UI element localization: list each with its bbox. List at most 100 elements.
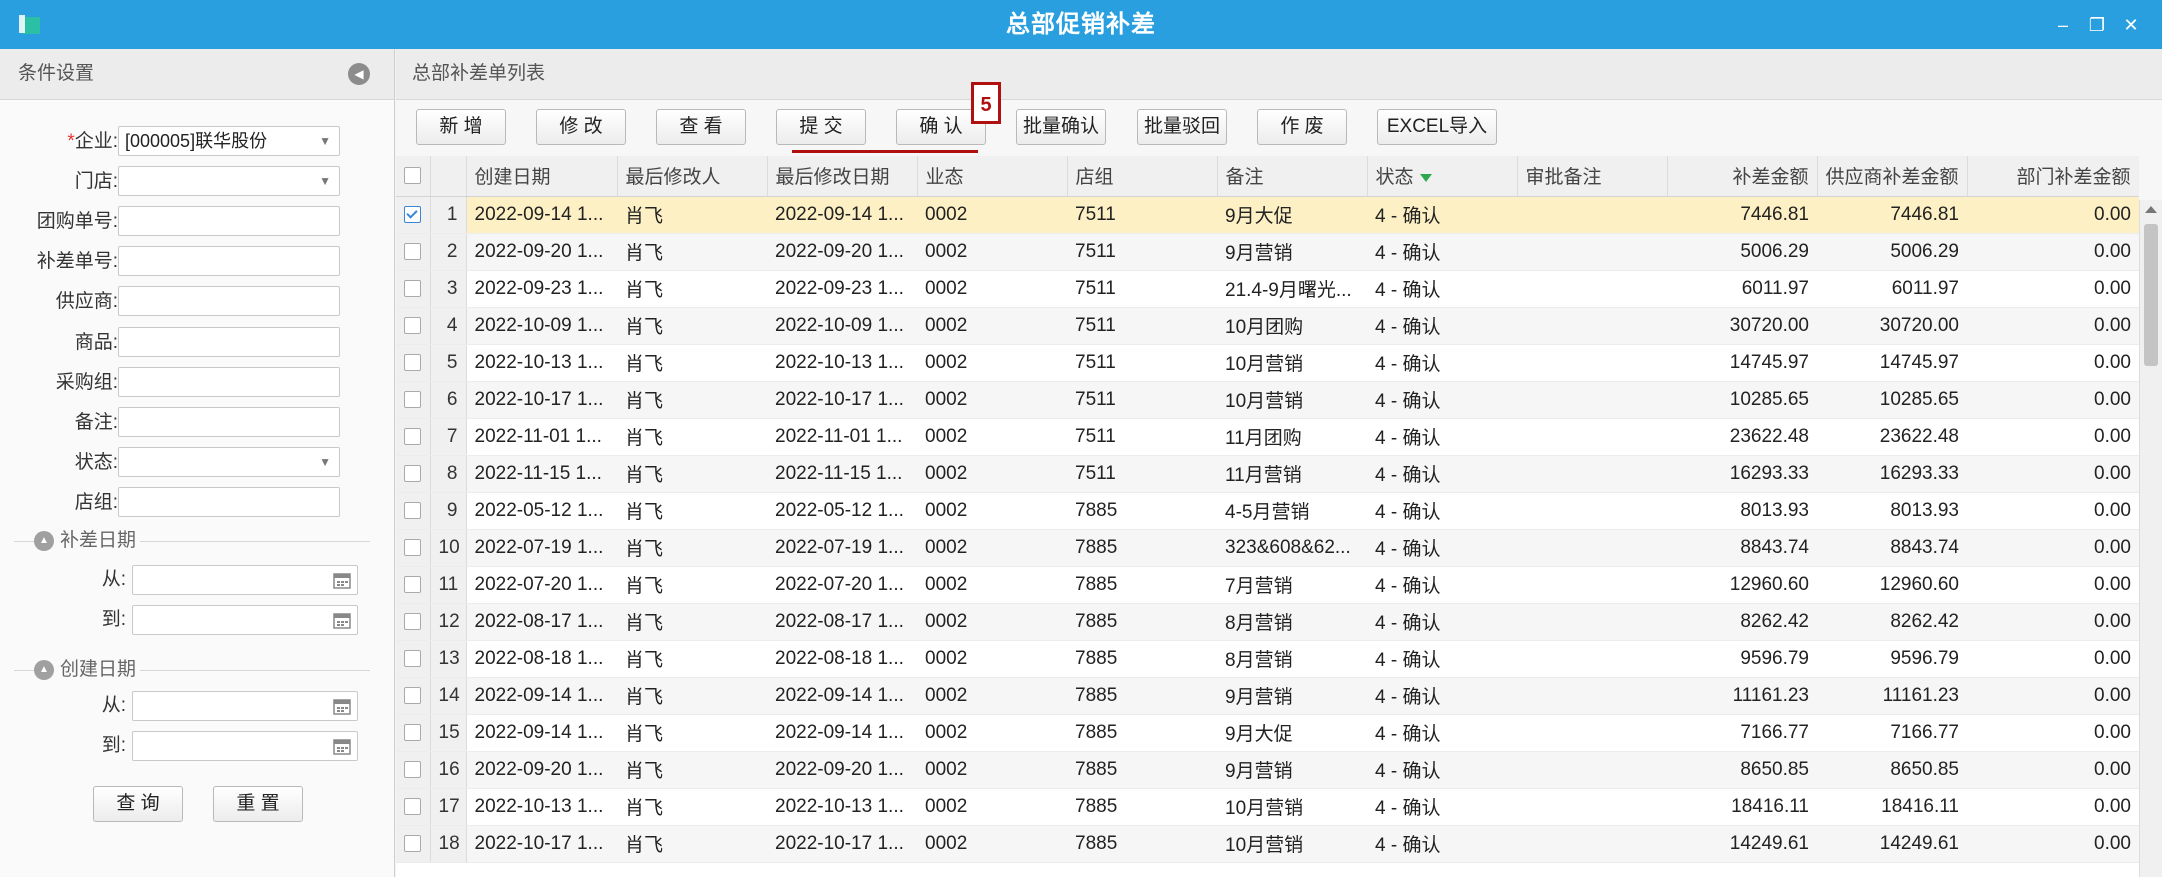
checkbox[interactable] bbox=[404, 834, 422, 852]
table-row[interactable]: 13 2022-08-18 1... 肖飞 2022-08-18 1... 0002 78… bbox=[396, 640, 2139, 678]
table-row[interactable]: 17 2022-10-13 1... 肖飞 2022-10-13 1... 0002 78… bbox=[396, 788, 2139, 826]
checkbox[interactable] bbox=[404, 279, 422, 297]
batch-confirm-button[interactable]: 批量确认 bbox=[1016, 109, 1106, 145]
column-header[interactable]: 店组 bbox=[1067, 156, 1218, 197]
select-all-checkbox[interactable] bbox=[396, 156, 431, 197]
query-button[interactable]: 查 询 bbox=[93, 786, 183, 822]
filter-input[interactable] bbox=[118, 367, 340, 397]
row-checkbox[interactable] bbox=[396, 233, 431, 271]
checkbox[interactable] bbox=[404, 464, 422, 482]
group-header-create-date[interactable]: ▲ 创建日期 bbox=[34, 656, 136, 684]
dropdown-arrow-icon[interactable]: ▼ bbox=[319, 167, 331, 195]
row-checkbox[interactable] bbox=[396, 566, 431, 604]
checkbox[interactable] bbox=[404, 316, 422, 334]
minimize-icon[interactable]: – bbox=[2050, 12, 2076, 38]
row-checkbox[interactable] bbox=[396, 640, 431, 678]
row-checkbox[interactable] bbox=[396, 381, 431, 419]
column-header[interactable]: 审批备注 bbox=[1517, 156, 1668, 197]
column-header[interactable]: 供应商补差金额 bbox=[1817, 156, 1968, 197]
row-checkbox[interactable] bbox=[396, 677, 431, 715]
calendar-icon[interactable] bbox=[333, 611, 351, 629]
adjust-date-from-input[interactable] bbox=[132, 565, 358, 595]
checkbox[interactable] bbox=[404, 205, 422, 223]
table-row[interactable]: 4 2022-10-09 1... 肖飞 2022-10-09 1... 0002 751… bbox=[396, 307, 2139, 345]
column-header[interactable]: 部门补差金额 bbox=[1967, 156, 2139, 197]
create-date-to-input[interactable] bbox=[132, 731, 358, 761]
checkbox[interactable] bbox=[404, 353, 422, 371]
checkbox[interactable] bbox=[404, 723, 422, 741]
void-button[interactable]: 作 废 bbox=[1257, 109, 1347, 145]
calendar-icon[interactable] bbox=[333, 571, 351, 589]
scrollbar-thumb[interactable] bbox=[2144, 224, 2158, 366]
row-checkbox[interactable] bbox=[396, 270, 431, 308]
dropdown-arrow-icon[interactable]: ▼ bbox=[319, 127, 331, 155]
column-header[interactable]: 最后修改人 bbox=[617, 156, 768, 197]
checkbox[interactable] bbox=[404, 797, 422, 815]
checkbox[interactable] bbox=[404, 390, 422, 408]
filter-input[interactable] bbox=[118, 487, 340, 517]
view-button[interactable]: 查 看 bbox=[656, 109, 746, 145]
table-row[interactable]: 1 2022-09-14 1... 肖飞 2022-09-14 1... 0002 751… bbox=[396, 196, 2139, 234]
checkbox[interactable] bbox=[404, 612, 422, 630]
vertical-scrollbar[interactable] bbox=[2139, 200, 2162, 877]
column-header[interactable]: 创建日期 bbox=[466, 156, 618, 197]
row-checkbox[interactable] bbox=[396, 825, 431, 863]
collapse-icon[interactable]: ◀ bbox=[348, 63, 370, 85]
checkbox[interactable] bbox=[404, 501, 422, 519]
filter-input[interactable] bbox=[118, 327, 340, 357]
scroll-up-icon[interactable] bbox=[2145, 206, 2157, 213]
table-row[interactable]: 15 2022-09-14 1... 肖飞 2022-09-14 1... 0002 78… bbox=[396, 714, 2139, 752]
column-header[interactable]: 状态 bbox=[1367, 156, 1518, 197]
table-row[interactable]: 9 2022-05-12 1... 肖飞 2022-05-12 1... 0002 788… bbox=[396, 492, 2139, 530]
filter-input[interactable] bbox=[118, 206, 340, 236]
row-checkbox[interactable] bbox=[396, 492, 431, 530]
table-row[interactable]: 7 2022-11-01 1... 肖飞 2022-11-01 1... 0002 751… bbox=[396, 418, 2139, 456]
checkbox[interactable] bbox=[404, 686, 422, 704]
row-checkbox[interactable] bbox=[396, 307, 431, 345]
checkbox[interactable] bbox=[404, 538, 422, 556]
table-row[interactable]: 5 2022-10-13 1... 肖飞 2022-10-13 1... 0002 751… bbox=[396, 344, 2139, 382]
reset-button[interactable]: 重 置 bbox=[213, 786, 303, 822]
column-header[interactable]: 补差金额 bbox=[1667, 156, 1818, 197]
table-row[interactable]: 11 2022-07-20 1... 肖飞 2022-07-20 1... 0002 78… bbox=[396, 566, 2139, 604]
row-checkbox[interactable] bbox=[396, 788, 431, 826]
table-row[interactable]: 10 2022-07-19 1... 肖飞 2022-07-19 1... 0002 78… bbox=[396, 529, 2139, 567]
excel-import-button[interactable]: EXCEL导入 bbox=[1377, 109, 1497, 145]
row-checkbox[interactable] bbox=[396, 603, 431, 641]
table-row[interactable]: 6 2022-10-17 1... 肖飞 2022-10-17 1... 0002 751… bbox=[396, 381, 2139, 419]
row-checkbox[interactable] bbox=[396, 529, 431, 567]
restore-icon[interactable]: ❐ bbox=[2084, 12, 2110, 38]
checkbox[interactable] bbox=[404, 760, 422, 778]
column-header[interactable]: 业态 bbox=[917, 156, 1068, 197]
checkbox[interactable] bbox=[404, 575, 422, 593]
submit-button[interactable]: 提 交 bbox=[776, 109, 866, 145]
filter-input[interactable] bbox=[118, 407, 340, 437]
close-icon[interactable]: ✕ bbox=[2118, 12, 2144, 38]
table-row[interactable]: 12 2022-08-17 1... 肖飞 2022-08-17 1... 0002 78… bbox=[396, 603, 2139, 641]
table-row[interactable]: 3 2022-09-23 1... 肖飞 2022-09-23 1... 0002 751… bbox=[396, 270, 2139, 308]
table-row[interactable]: 2 2022-09-20 1... 肖飞 2022-09-20 1... 0002 751… bbox=[396, 233, 2139, 271]
row-checkbox[interactable] bbox=[396, 344, 431, 382]
filter-select[interactable]: ▼ bbox=[118, 166, 340, 196]
filter-select[interactable]: ▼ bbox=[118, 447, 340, 477]
row-checkbox[interactable] bbox=[396, 714, 431, 752]
filter-input[interactable] bbox=[118, 286, 340, 316]
column-header[interactable]: 备注 bbox=[1217, 156, 1368, 197]
edit-button[interactable]: 修 改 bbox=[536, 109, 626, 145]
row-checkbox[interactable] bbox=[396, 751, 431, 789]
sort-desc-icon[interactable] bbox=[1419, 174, 1432, 183]
checkbox[interactable] bbox=[404, 427, 422, 445]
row-checkbox[interactable] bbox=[396, 418, 431, 456]
column-header[interactable]: 最后修改日期 bbox=[767, 156, 918, 197]
group-header-adjust-date[interactable]: ▲ 补差日期 bbox=[34, 527, 136, 555]
filter-input[interactable] bbox=[118, 246, 340, 276]
table-row[interactable]: 16 2022-09-20 1... 肖飞 2022-09-20 1... 0002 78… bbox=[396, 751, 2139, 789]
table-row[interactable]: 14 2022-09-14 1... 肖飞 2022-09-14 1... 0002 78… bbox=[396, 677, 2139, 715]
adjust-date-to-input[interactable] bbox=[132, 605, 358, 635]
row-checkbox[interactable] bbox=[396, 196, 431, 234]
batch-reject-button[interactable]: 批量驳回 bbox=[1137, 109, 1227, 145]
checkbox[interactable] bbox=[404, 242, 422, 260]
row-checkbox[interactable] bbox=[396, 455, 431, 493]
create-date-from-input[interactable] bbox=[132, 691, 358, 721]
calendar-icon[interactable] bbox=[333, 697, 351, 715]
